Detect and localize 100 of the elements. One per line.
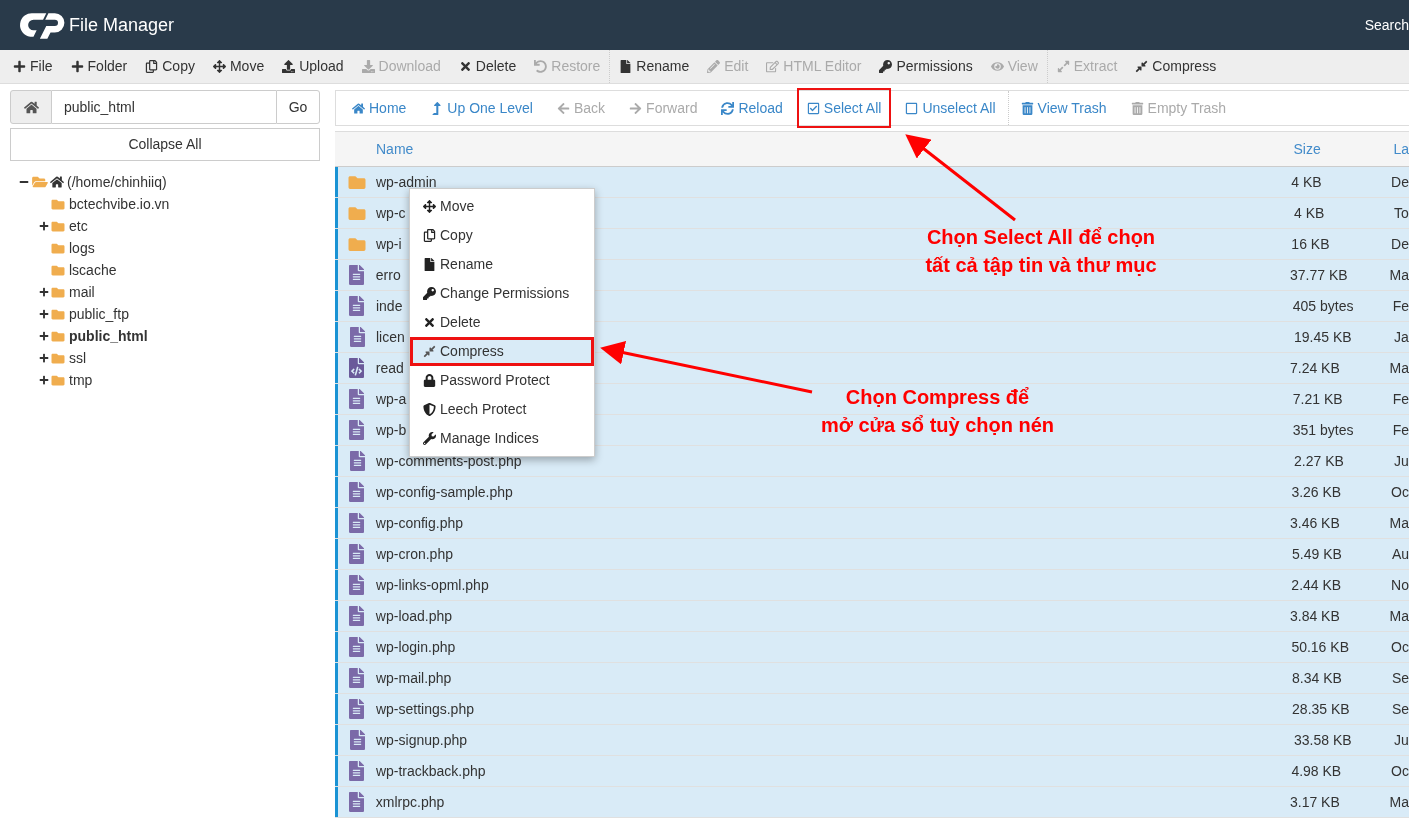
folder-icon <box>51 285 65 299</box>
file-size: 3.26 KB <box>1291 483 1342 500</box>
expand-icon[interactable] <box>39 375 49 385</box>
toolbar-button[interactable]: Folder <box>61 50 137 83</box>
document-icon <box>349 792 365 812</box>
menu-item[interactable]: Password Protect <box>410 366 594 395</box>
table-cell-text: Ju <box>1394 451 1409 471</box>
file-size: 4 KB <box>1291 173 1322 190</box>
file-name: wp-i <box>375 235 402 252</box>
tree-item[interactable]: logs <box>69 237 95 259</box>
table-cell-text: Ju <box>1394 730 1409 750</box>
expand-icon[interactable] <box>39 287 49 297</box>
folder-icon <box>347 204 367 222</box>
file-size: 351 bytes <box>1292 421 1354 438</box>
file-size: 405 bytes <box>1292 297 1354 314</box>
file-size: 3.46 KB <box>1289 514 1340 531</box>
expand-icon[interactable] <box>39 309 49 319</box>
folder-icon <box>51 329 65 343</box>
file-name: wp-admin <box>375 173 437 190</box>
file-size: 19.45 KB <box>1294 328 1352 345</box>
home-icon <box>352 101 365 115</box>
file-size: 4.98 KB <box>1291 762 1342 779</box>
file-name: wp-c <box>376 204 406 221</box>
tree-item[interactable]: (/home/chinhiiq) <box>67 171 167 193</box>
tree-item[interactable]: lscache <box>69 259 117 281</box>
file-name: wp-cron.php <box>375 545 453 562</box>
menu-item[interactable]: Copy <box>410 221 594 250</box>
expand-icon[interactable] <box>39 221 49 231</box>
toolbar-button[interactable]: File <box>4 50 62 83</box>
expand-icon[interactable] <box>39 353 49 363</box>
path-field[interactable]: public_html <box>52 90 276 124</box>
nav-button[interactable]: View Trash <box>1010 88 1117 128</box>
tree-item[interactable]: tmp <box>69 369 93 391</box>
menu-item[interactable]: Compress <box>410 337 594 366</box>
tree-item[interactable]: public_ftp <box>69 303 129 325</box>
nav-button[interactable]: Home <box>342 88 417 128</box>
file-name: read <box>375 359 404 376</box>
file-name: erro <box>375 266 401 283</box>
file-size: 8.34 KB <box>1292 669 1342 686</box>
table-cell-text: Ma <box>1389 265 1409 285</box>
document-icon <box>349 451 365 471</box>
reload-icon <box>721 101 735 115</box>
document-icon <box>349 265 365 285</box>
menu-item[interactable]: Manage Indices <box>410 424 594 453</box>
left-arrow-icon <box>556 101 570 115</box>
menu-item[interactable]: Delete <box>410 308 594 337</box>
toolbar-button[interactable]: Upload <box>273 50 353 83</box>
menu-item[interactable]: Change Permissions <box>410 279 594 308</box>
compress-arrows-icon <box>423 345 436 358</box>
table-cell-text: Oc <box>1391 637 1409 657</box>
search-link[interactable]: Search <box>1364 14 1409 36</box>
collapse-all-button[interactable]: Collapse All <box>10 128 320 161</box>
folder-icon <box>346 173 367 191</box>
home-button[interactable] <box>10 90 52 124</box>
folder-icon <box>346 235 367 253</box>
plus-icon <box>70 60 84 73</box>
nav-button[interactable]: Reload <box>711 88 793 128</box>
folder-icon <box>51 263 65 277</box>
table-cell-text: Fe <box>1392 420 1409 440</box>
tree-item[interactable]: mail <box>69 281 95 303</box>
folder-icon <box>51 351 65 365</box>
table-cell-text: Se <box>1391 699 1409 719</box>
expand-icon[interactable] <box>39 331 49 341</box>
nav-button[interactable]: Up One Level <box>420 88 543 128</box>
file-name: inde <box>375 297 403 314</box>
eye-icon <box>990 60 1004 73</box>
nav-button[interactable]: Select All <box>796 88 892 128</box>
document-icon <box>349 296 365 316</box>
close-icon <box>423 316 436 329</box>
move-arrows-icon <box>423 200 436 213</box>
file-size: 3.17 KB <box>1289 793 1340 810</box>
nav-button[interactable]: Unselect All <box>895 88 1006 128</box>
menu-item[interactable]: Rename <box>410 250 594 279</box>
file-name: wp-settings.php <box>375 700 474 717</box>
tree-item[interactable]: ssl <box>69 347 87 369</box>
go-button[interactable]: Go <box>276 90 320 124</box>
right-arrow-icon <box>629 101 643 115</box>
tree-item[interactable]: etc <box>69 215 88 237</box>
toolbar-button[interactable]: Delete <box>449 50 526 83</box>
tree-item[interactable]: bctechvibe.io.vn <box>69 193 170 215</box>
toolbar-button[interactable]: Compress <box>1126 50 1226 83</box>
menu-item[interactable]: Move <box>410 192 594 221</box>
tree-item[interactable]: public_html <box>69 325 148 347</box>
document-icon <box>349 389 365 409</box>
pencil-icon <box>707 60 721 73</box>
toolbar-button[interactable]: Copy <box>136 50 204 83</box>
toolbar-button[interactable]: Move <box>203 50 274 83</box>
checked-box-icon <box>806 101 820 115</box>
file-size: 7.24 KB <box>1289 359 1340 376</box>
toolbar-button[interactable]: Permissions <box>870 50 982 83</box>
file-size: 2.44 KB <box>1291 576 1342 593</box>
edit-icon <box>766 60 780 73</box>
wrench-icon <box>423 432 436 445</box>
menu-item[interactable]: Leech Protect <box>410 395 594 424</box>
table-cell-text: Oc <box>1391 761 1409 781</box>
document-icon <box>349 730 365 750</box>
folder-icon <box>51 197 65 211</box>
app-title: File Manager <box>69 13 175 37</box>
file-size: 7.21 KB <box>1292 390 1343 407</box>
toolbar-button[interactable]: Rename <box>610 50 699 83</box>
